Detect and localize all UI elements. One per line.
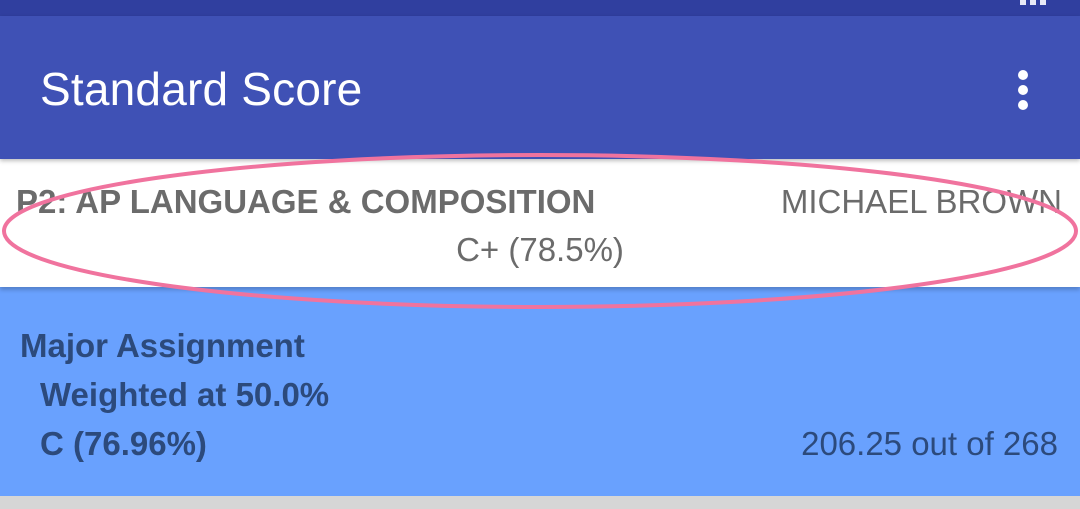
category-points: 206.25 out of 268 (801, 425, 1058, 462)
category-name: Major Assignment (20, 327, 305, 364)
menu-dot (1018, 70, 1028, 80)
more-vert-icon[interactable] (1006, 68, 1040, 112)
status-icons (1020, 0, 1046, 6)
teacher-name: MICHAEL BROWN (780, 183, 1062, 220)
status-bar (0, 0, 1080, 16)
menu-dot (1018, 85, 1028, 95)
signal-icon (1030, 0, 1036, 5)
menu-dot (1018, 100, 1028, 110)
app-bar: Standard Score (0, 16, 1080, 159)
course-name: P2: AP LANGUAGE & COMPOSITION (16, 183, 596, 220)
course-grade: C+ (78.5%) (456, 231, 624, 268)
category-grade: C (76.96%) (40, 425, 207, 462)
wifi-icon (1020, 0, 1026, 5)
battery-icon (1040, 0, 1046, 5)
category-card[interactable]: Major Assignment Weighted at 50.0% C (76… (0, 287, 1080, 496)
page-title: Standard Score (40, 63, 363, 115)
category-weight: Weighted at 50.0% (40, 376, 330, 413)
course-card[interactable]: P2: AP LANGUAGE & COMPOSITION MICHAEL BR… (0, 159, 1080, 287)
